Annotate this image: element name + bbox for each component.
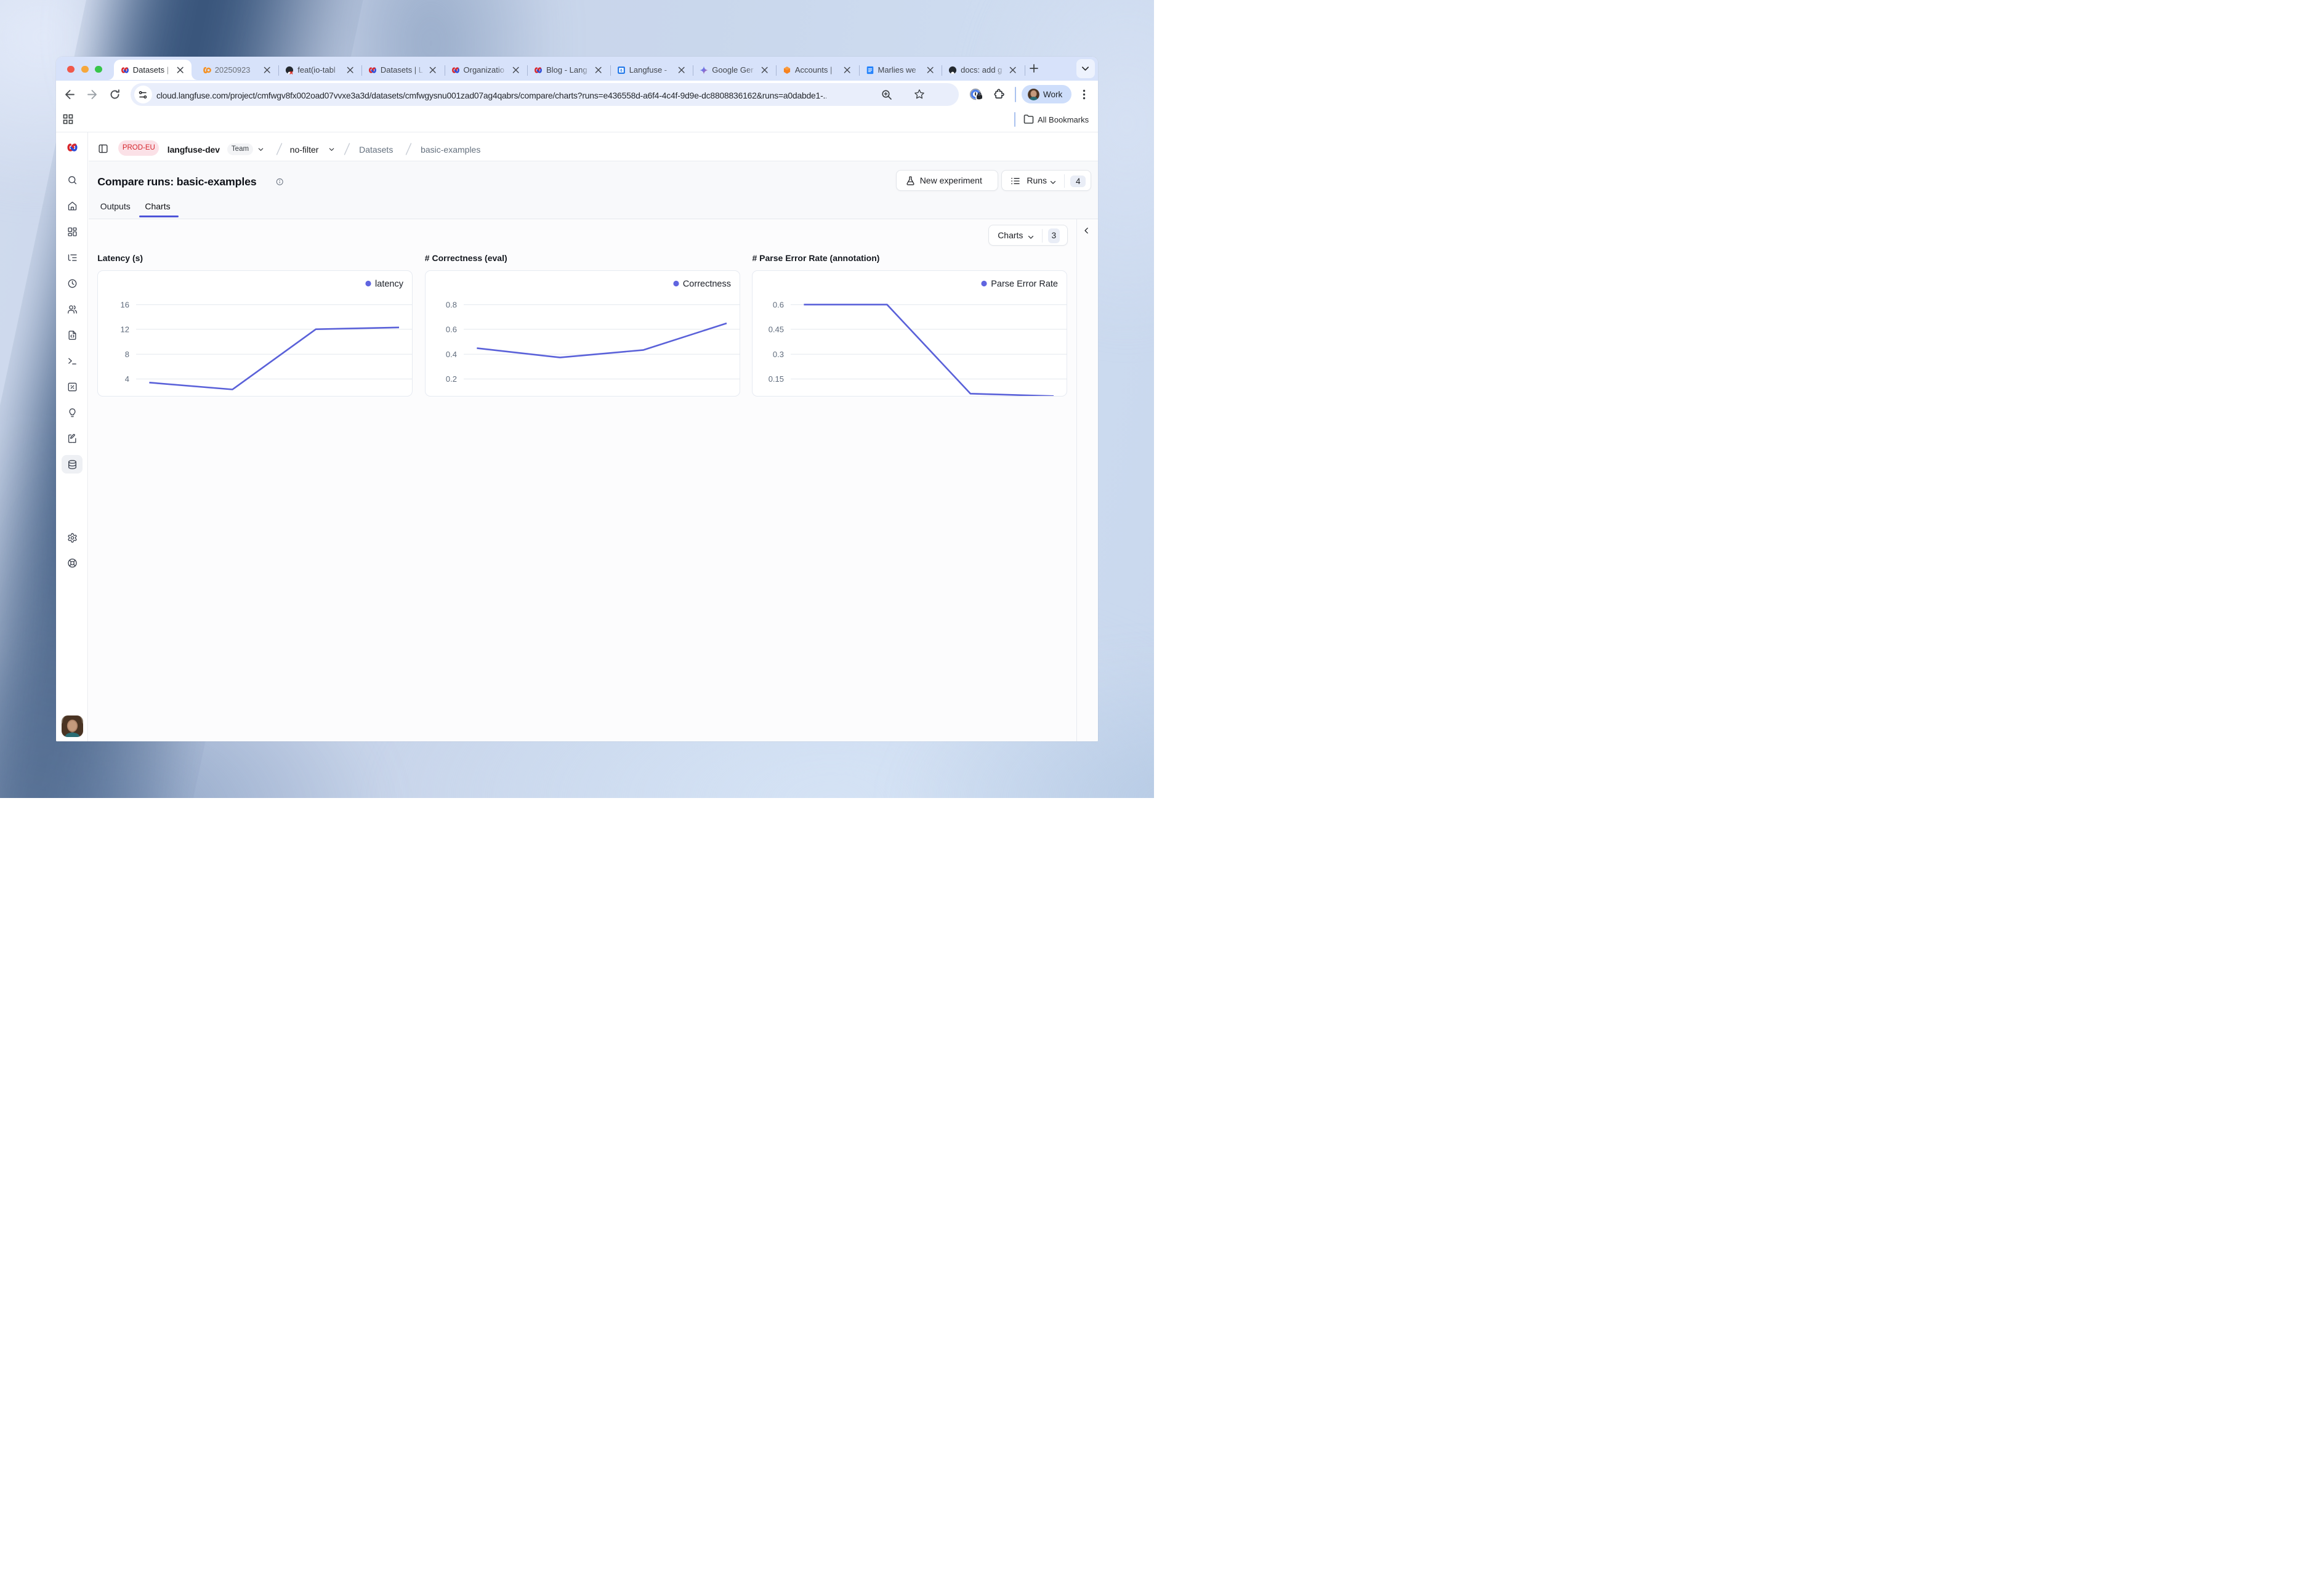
- svg-text:0.6: 0.6: [773, 300, 784, 309]
- svg-text:latency: latency: [375, 279, 404, 289]
- svg-text:8: 8: [125, 349, 129, 358]
- svg-text:0.6: 0.6: [446, 324, 457, 334]
- svg-text:0.4: 0.4: [446, 349, 457, 358]
- svg-text:0.45: 0.45: [769, 324, 784, 334]
- svg-text:0.8: 0.8: [446, 300, 457, 309]
- svg-text:16: 16: [121, 300, 129, 309]
- svg-text:Correctness: Correctness: [683, 279, 731, 289]
- svg-text:12: 12: [121, 324, 129, 334]
- svg-text:0.2: 0.2: [446, 374, 457, 384]
- svg-text:0.15: 0.15: [769, 374, 784, 384]
- svg-text:4: 4: [125, 374, 129, 384]
- svg-text:0.3: 0.3: [773, 349, 784, 358]
- svg-text:6: 6: [620, 68, 623, 73]
- svg-text:Parse Error Rate: Parse Error Rate: [991, 279, 1059, 289]
